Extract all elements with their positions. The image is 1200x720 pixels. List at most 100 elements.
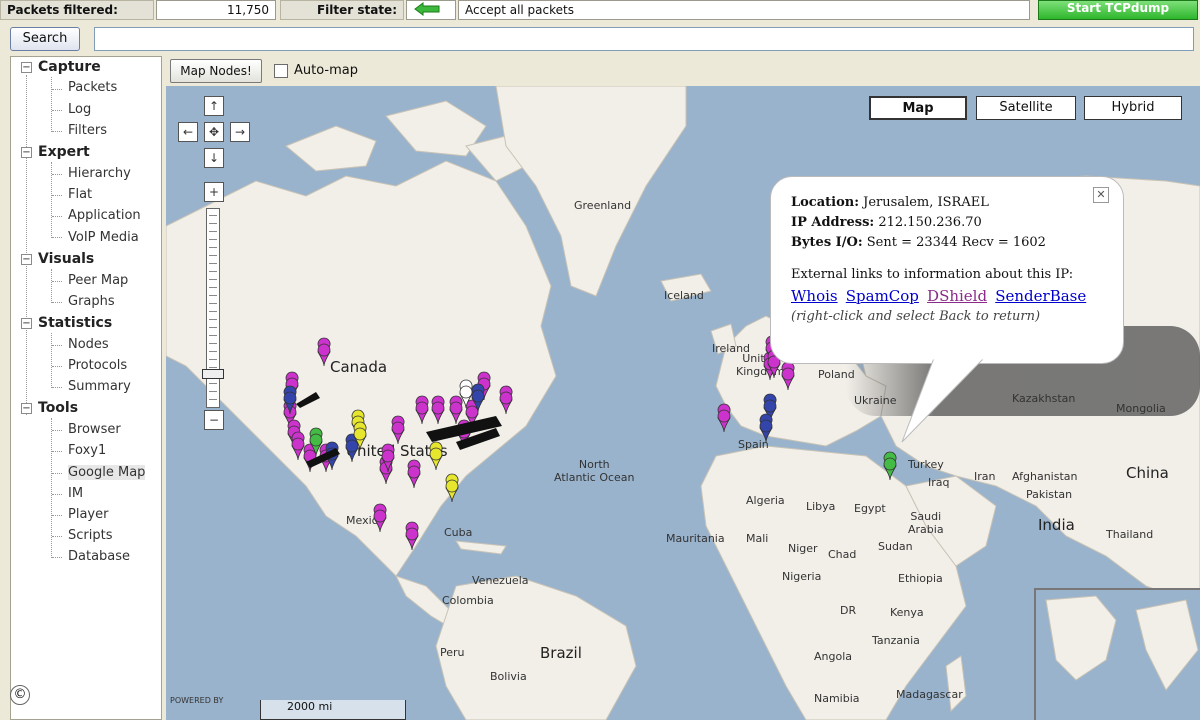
bytes-io-value: Sent = 23344 Recv = 1602 [866,235,1046,250]
collapse-icon[interactable]: − [21,254,32,265]
map-type-satellite-button[interactable]: Satellite [976,96,1076,120]
tree-group-tools[interactable]: − Tools [21,400,78,416]
pan-up-button[interactable]: ↑ [204,96,224,116]
auto-map-label: Auto-map [294,63,358,78]
zoom-tick [209,359,217,360]
tree-item-filters[interactable]: Filters [68,123,107,138]
location-value: Jerusalem, ISRAEL [863,195,989,210]
tree-group-expert[interactable]: − Expert [21,144,90,160]
powered-by-label: POWERED BY [170,696,224,705]
zoom-tick [209,287,217,288]
auto-map-checkbox[interactable] [274,64,288,78]
search-input[interactable] [94,27,1194,51]
zoom-tick [209,255,217,256]
zoom-tick [209,399,217,400]
tree-item-voip-media[interactable]: VoIP Media [68,230,139,245]
map-nodes-button[interactable]: Map Nodes! [170,59,262,83]
tree-item-nodes[interactable]: Nodes [68,337,109,352]
start-tcpdump-button[interactable]: Start TCPdump [1038,0,1198,20]
google-map[interactable]: Greenland Canada United States North Atl… [166,86,1200,720]
zoom-tick [209,271,217,272]
tree-item-summary[interactable]: Summary [68,379,131,394]
location-label: Location: [791,195,860,210]
tree-item-graphs[interactable]: Graphs [68,294,115,309]
tree-group-statistics[interactable]: − Statistics [21,315,112,331]
zoom-tick [209,319,217,320]
zoom-tick [209,343,217,344]
tree-item-browser[interactable]: Browser [68,422,121,437]
tree-item-log[interactable]: Log [68,102,91,117]
collapse-icon[interactable]: − [21,318,32,329]
zoom-out-button[interactable]: − [204,410,224,430]
tree-item-packets[interactable]: Packets [68,80,117,95]
external-links-intro: External links to information about this… [791,267,1074,282]
collapse-icon[interactable]: − [21,147,32,158]
tree-item-scripts[interactable]: Scripts [68,528,112,543]
zoom-tick [209,327,217,328]
info-note: (right-click and select Back to return) [791,309,1041,324]
senderbase-link[interactable]: SenderBase [995,287,1086,305]
zoom-tick [209,263,217,264]
tree-item-im[interactable]: IM [68,486,83,501]
map-toolbar: Map Nodes! Auto-map [166,56,1200,86]
bytes-io-label: Bytes I/O: [791,235,863,250]
zoom-tick [209,239,217,240]
spamcop-link[interactable]: SpamCop [846,287,919,305]
zoom-tick [209,279,217,280]
collapse-icon[interactable]: − [21,403,32,414]
tree-item-peer-map[interactable]: Peer Map [68,273,128,288]
status-bar: Packets filtered: 11,750 Filter state: A… [0,0,1200,22]
pan-right-button[interactable]: → [230,122,250,142]
copyright-icon: © [10,685,30,705]
search-button[interactable]: Search [10,27,80,51]
dshield-link[interactable]: DShield [927,287,987,305]
tree-item-flat[interactable]: Flat [68,187,92,202]
ip-address-label: IP Address: [791,215,875,230]
filter-state-label: Filter state: [280,0,404,20]
pin-magenta [317,337,331,367]
tree-item-hierarchy[interactable]: Hierarchy [68,166,131,181]
filter-state-value: Accept all packets [458,0,1030,20]
zoom-tick [209,391,217,392]
collapse-icon[interactable]: − [21,62,32,73]
zoom-tick [209,303,217,304]
overview-map[interactable] [1034,588,1200,720]
packets-filtered-value: 11,750 [156,0,276,20]
zoom-tick [209,215,217,216]
tree-group-capture[interactable]: − Capture [21,59,101,75]
zoom-tick [209,231,217,232]
overview-landmass [1045,595,1199,691]
tree-item-google-map[interactable]: Google Map [68,465,146,480]
sidebar-tree: − Capture Packets Log Filters − Expert Hie… [10,56,162,720]
info-window-tail [901,358,984,443]
pan-left-button[interactable]: ← [178,122,198,142]
zoom-tick [209,223,217,224]
map-type-hybrid-button[interactable]: Hybrid [1084,96,1182,120]
whois-link[interactable]: Whois [791,287,838,305]
green-arrow-icon [414,2,440,16]
tree-item-player[interactable]: Player [68,507,108,522]
tree-item-foxy1[interactable]: Foxy1 [68,443,106,458]
tree-item-database[interactable]: Database [68,549,130,564]
zoom-tick [209,295,217,296]
zoom-tick [209,383,217,384]
map-type-map-button[interactable]: Map [869,96,967,120]
tree-item-protocols[interactable]: Protocols [68,358,127,373]
tree-group-visuals[interactable]: − Visuals [21,251,94,267]
close-icon[interactable]: ✕ [1093,187,1109,203]
pan-down-button[interactable]: ↓ [204,148,224,168]
zoom-tick [209,335,217,336]
ip-info-window: ✕ Location: Jerusalem, ISRAEL IP Address… [770,176,1124,364]
zoom-tick [209,351,217,352]
center-map-button[interactable]: ✥ [204,122,224,142]
zoom-tick [209,367,217,368]
ip-address-value: 212.150.236.70 [878,215,982,230]
zoom-slider-thumb[interactable] [202,369,224,379]
zoom-tick [209,311,217,312]
tree-item-application[interactable]: Application [68,208,141,223]
zoom-in-button[interactable]: + [204,182,224,202]
zoom-tick [209,247,217,248]
packets-filtered-label: Packets filtered: [0,0,154,20]
map-scale: 2000 mi [260,700,406,720]
filter-state-indicator [406,0,456,20]
